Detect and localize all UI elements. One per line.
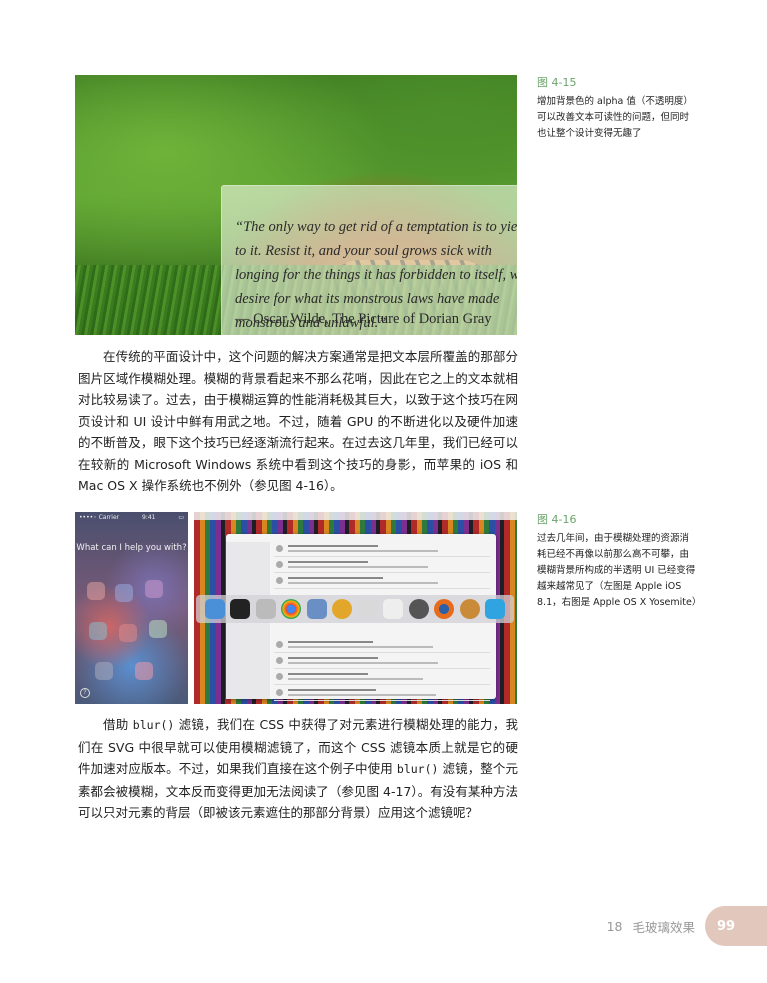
ios-status-bar: ••••◦ Carrier 9:41 ▭ [75,512,188,524]
tools-icon [255,599,276,619]
caption-label: 图 4-16 [537,513,577,526]
carrier-text: ••••◦ Carrier [79,514,120,521]
blurred-app-icon [115,584,133,602]
blurred-app-icon [135,662,153,680]
mail-row [274,670,490,685]
status-time: 9:41 [141,514,156,521]
blurred-app-icon [149,620,167,638]
blurred-app-icon [95,662,113,680]
page-number: 99 [705,906,767,946]
blurred-app-icon [119,624,137,642]
preview-icon [306,599,327,619]
mail-row [274,638,490,653]
mail-row [274,654,490,669]
app-icon [459,599,480,619]
battery-icon: ▭ [178,514,184,521]
chapter-number: 18 [606,918,623,934]
caption-text: 增加背景色的 alpha 值（不透明度）可以改善文本可读性的问题，但同时也让整个… [537,96,693,139]
inline-code: blur() [396,762,439,776]
mail-row [274,686,490,701]
page-footer: 18 毛玻璃效果 99 [606,906,767,946]
caption-text: 过去几年间，由于模糊处理的资源消耗已经不再像以前那么高不可攀，由模糊背景所构成的… [537,533,702,608]
quote-author: — Oscar Wilde, The Picture of Dorian Gra… [235,311,492,327]
app-icon [332,599,353,619]
script-editor-icon [357,599,378,619]
chapter-title: 毛玻璃效果 [632,919,695,935]
blurred-app-icon [89,622,107,640]
mail-row [274,558,490,573]
siri-prompt: What can I help you with? [76,543,187,553]
terminal-icon [230,599,251,619]
finder-icon [204,599,225,619]
dock [196,595,514,623]
mac-menu-bar [194,512,517,520]
textedit-icon [383,599,404,619]
figure-4-16-ios-screenshot: ••••◦ Carrier 9:41 ▭ What can I help you… [75,512,188,704]
inline-code: blur() [132,718,175,732]
caption-figure-4-15: 图 4-15 增加背景色的 alpha 值（不透明度）可以改善文本可读性的问题，… [537,75,697,142]
twitter-icon [485,599,506,619]
firefox-icon [434,599,455,619]
caption-figure-4-16: 图 4-16 过去几年间，由于模糊处理的资源消耗已经不再像以前那么高不可攀，由模… [537,512,702,611]
quote-panel: “The only way to get rid of a temptation… [221,185,517,335]
mail-row [274,574,490,589]
app-icon [408,599,429,619]
mail-row [274,542,490,557]
help-icon: ? [80,688,90,698]
text-run: 借助 [103,717,133,732]
blurred-app-icon [87,582,105,600]
blurred-app-icon [145,580,163,598]
chrome-icon [281,599,302,619]
caption-label: 图 4-15 [537,76,577,89]
body-paragraph-1: 在传统的平面设计中，这个问题的解决方案通常是把文本层所覆盖的那部分图片区域作模糊… [78,349,518,493]
body-paragraph-2: 借助 blur() 滤镜，我们在 CSS 中获得了对元素进行模糊处理的能力，我们… [78,714,518,824]
figure-4-16-osx-screenshot [194,512,517,704]
figure-4-15-tiger-image: “The only way to get rid of a temptation… [75,75,517,335]
